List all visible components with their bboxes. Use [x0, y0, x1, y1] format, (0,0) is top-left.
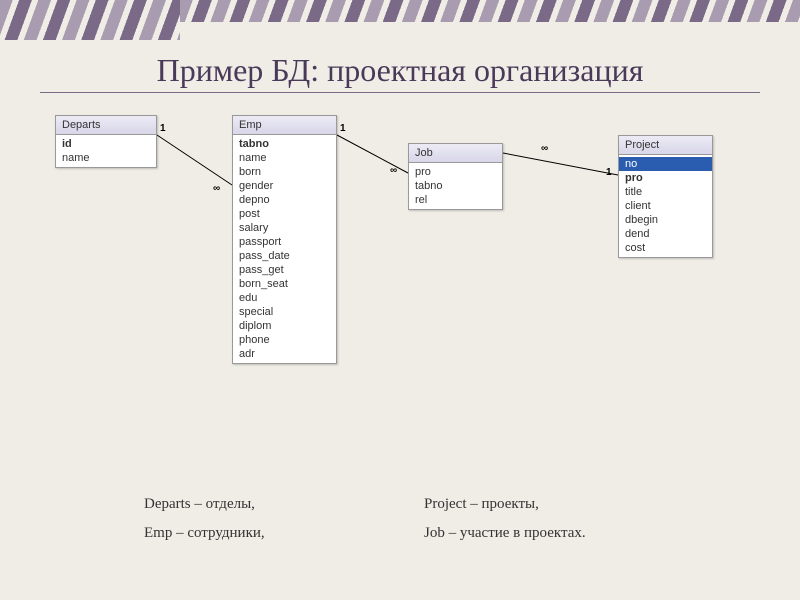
field: dbegin	[619, 213, 712, 227]
er-diagram: Departs id name Emp tabno name born gend…	[0, 105, 800, 475]
field: adr	[233, 347, 336, 361]
field: dend	[619, 227, 712, 241]
field: title	[619, 185, 712, 199]
rel-job-many: ∞	[541, 143, 548, 154]
table-emp: Emp tabno name born gender depno post sa…	[232, 115, 337, 364]
field: born	[233, 165, 336, 179]
field: passport	[233, 235, 336, 249]
field: tabno	[233, 137, 336, 151]
rel-project-one: 1	[606, 167, 612, 178]
legend: Departs – отделы, Project – проекты, Emp…	[140, 490, 700, 548]
table-job: Job pro tabno rel	[408, 143, 503, 210]
legend-emp: Emp – сотрудники,	[140, 519, 420, 548]
field: depno	[233, 193, 336, 207]
rel-emp-many: ∞	[390, 165, 397, 176]
field: pass_date	[233, 249, 336, 263]
field: gender	[233, 179, 336, 193]
field: phone	[233, 333, 336, 347]
table-header-emp: Emp	[233, 116, 336, 135]
decorative-band-left	[0, 0, 180, 40]
table-header-departs: Departs	[56, 116, 156, 135]
field: post	[233, 207, 336, 221]
field: pass_get	[233, 263, 336, 277]
field: name	[233, 151, 336, 165]
field: name	[56, 151, 156, 165]
decorative-band-right	[180, 0, 800, 22]
field: pro	[619, 171, 712, 185]
field: client	[619, 199, 712, 213]
legend-job: Job – участие в проектах.	[420, 519, 700, 548]
page-title: Пример БД: проектная организация	[60, 52, 740, 89]
field: cost	[619, 241, 712, 255]
field: tabno	[409, 179, 502, 193]
table-fields-departs: id name	[56, 135, 156, 167]
field-selected: no	[619, 157, 712, 171]
table-fields-job: pro tabno rel	[409, 163, 502, 209]
table-header-job: Job	[409, 144, 502, 163]
table-fields-project: no pro title client dbegin dend cost	[619, 155, 712, 257]
field: pro	[409, 165, 502, 179]
field: edu	[233, 291, 336, 305]
field: special	[233, 305, 336, 319]
table-header-project: Project	[619, 136, 712, 155]
field: born_seat	[233, 277, 336, 291]
rel-departs-many: ∞	[213, 183, 220, 194]
field: diplom	[233, 319, 336, 333]
title-underline	[40, 92, 760, 93]
table-fields-emp: tabno name born gender depno post salary…	[233, 135, 336, 363]
field: id	[56, 137, 156, 151]
legend-project: Project – проекты,	[420, 490, 700, 519]
rel-emp-one: 1	[340, 123, 346, 134]
rel-departs-one: 1	[160, 123, 166, 134]
field: rel	[409, 193, 502, 207]
table-project: Project no pro title client dbegin dend …	[618, 135, 713, 258]
legend-departs: Departs – отделы,	[140, 490, 420, 519]
table-departs: Departs id name	[55, 115, 157, 168]
field: salary	[233, 221, 336, 235]
